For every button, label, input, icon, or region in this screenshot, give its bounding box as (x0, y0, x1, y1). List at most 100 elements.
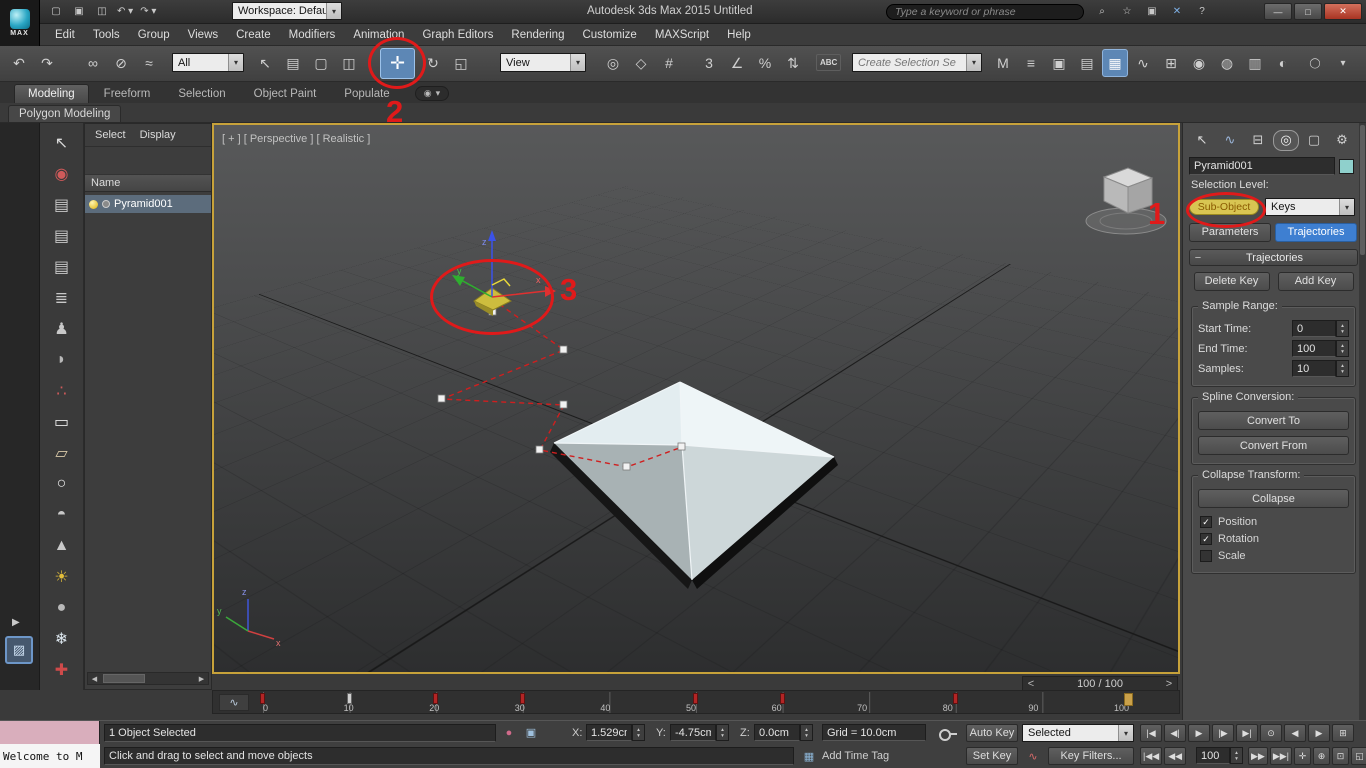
key-filter-selection-dropdown[interactable]: Selected ▾ (1022, 724, 1134, 742)
scene-object-pyramid001[interactable]: Pyramid001 (85, 195, 211, 213)
previous-frame-arrow[interactable]: < (1023, 678, 1039, 690)
undo-dropdown-icon[interactable]: ↶ ▾ (115, 3, 135, 20)
menu-maxscript[interactable]: MAXScript (646, 24, 718, 46)
a360-render-icon[interactable]: ◯ (1302, 49, 1328, 77)
particles-icon[interactable]: ∴ (44, 375, 80, 406)
menu-group[interactable]: Group (129, 24, 179, 46)
start-time-spinner[interactable]: ▴▾ (1336, 320, 1349, 337)
new-file-icon[interactable]: ▢ (46, 3, 66, 20)
position-checkbox[interactable]: Position (1200, 516, 1347, 528)
checkbox-icon[interactable] (1200, 533, 1212, 545)
chevron-down-icon[interactable]: ▾ (228, 54, 243, 71)
pyramid-object[interactable] (550, 382, 838, 589)
select-and-manipulate-icon[interactable]: ◇ (628, 49, 654, 77)
create-tab-icon[interactable]: ↖ (1189, 130, 1215, 151)
collapse-rollout-icon[interactable]: − (1190, 252, 1206, 264)
chevron-down-icon[interactable]: ▾ (570, 54, 585, 71)
timeline-key-frame-50[interactable] (693, 693, 698, 704)
x-coordinate-field[interactable] (586, 724, 632, 741)
play-animation-button[interactable]: ▶ (1188, 724, 1210, 742)
scene-explorer-icon[interactable]: ▤ (1074, 49, 1100, 77)
next-frame-button[interactable]: |▶ (1212, 724, 1234, 742)
maximize-viewport-toggle-button[interactable]: ◱ (1351, 747, 1366, 765)
select-by-name-icon[interactable]: ▤ (280, 49, 306, 77)
render-production-icon[interactable]: ◐ (1270, 49, 1296, 77)
rendered-frame-icon[interactable]: ▥ (1242, 49, 1268, 77)
redo-dropdown-icon[interactable]: ↷ ▾ (138, 3, 158, 20)
app-menu-button[interactable]: MAX (0, 0, 40, 46)
time-configuration-button[interactable]: ⊞ (1332, 724, 1354, 742)
render-setup-icon[interactable]: ◍ (1214, 49, 1240, 77)
modify-tab-icon[interactable]: ∿ (1217, 130, 1243, 151)
expand-panel-icon[interactable]: ▶ (12, 617, 20, 628)
utilities-tab-icon[interactable]: ⚙ (1329, 130, 1355, 151)
maxscript-mini-listener-pink[interactable] (0, 721, 100, 745)
open-file-icon[interactable]: ▣ (69, 3, 89, 20)
time-tag-icon[interactable]: ▦ (800, 748, 818, 765)
sun-icon[interactable]: ☀ (44, 561, 80, 592)
timeline-scale[interactable]: 0102030405060708090100 (263, 692, 1129, 713)
favorites-star-icon[interactable]: ☆ (1117, 3, 1137, 20)
align-icon[interactable]: ≡ (1018, 49, 1044, 77)
menu-graph-editors[interactable]: Graph Editors (413, 24, 502, 46)
end-time-spinner[interactable]: ▴▾ (1336, 340, 1349, 357)
keyboard-shortcut-override-icon[interactable]: # (656, 49, 682, 77)
schematic-view-icon[interactable]: ⊞ (1158, 49, 1184, 77)
hierarchy-tab-icon[interactable]: ⊟ (1245, 130, 1271, 151)
zoom-region-button[interactable]: ⊡ (1332, 747, 1349, 765)
teapot-icon[interactable]: ◓ (44, 499, 80, 530)
next-frame-arrow[interactable]: > (1161, 678, 1177, 690)
y-coordinate-field[interactable] (670, 724, 716, 741)
render-flyout-icon[interactable]: ▾ (1330, 49, 1356, 77)
chevron-down-icon[interactable]: ▾ (966, 54, 981, 71)
save-file-icon[interactable]: ◫ (92, 3, 112, 20)
scroll-left-icon[interactable]: ◀ (88, 675, 101, 683)
redo-icon[interactable]: ↷ (34, 49, 60, 77)
material-list-icon[interactable]: ▤ (44, 251, 80, 282)
object-color-swatch[interactable] (1339, 159, 1354, 174)
menu-customize[interactable]: Customize (573, 24, 645, 46)
explorer-tab-select[interactable]: Select (95, 129, 126, 141)
reference-coordinate-dropdown[interactable]: View ▾ (500, 53, 586, 72)
go-to-timeline-start-button[interactable]: |◀◀ (1140, 747, 1162, 765)
character-icon[interactable]: ♟ (44, 313, 80, 344)
minimize-button[interactable]: — (1264, 3, 1292, 20)
use-pivot-point-icon[interactable]: ◎ (600, 49, 626, 77)
plane-icon[interactable]: ▭ (44, 406, 80, 437)
menu-modifiers[interactable]: Modifiers (280, 24, 345, 46)
key-filters-button[interactable]: Key Filters... (1048, 747, 1134, 765)
add-time-tag-label[interactable]: Add Time Tag (822, 750, 889, 762)
ribbon-toggle-icon[interactable]: ▦ (1102, 49, 1128, 77)
zoom-view-button[interactable]: ⊕ (1313, 747, 1330, 765)
end-time-field[interactable]: 100 (1292, 340, 1336, 357)
unlink-selection-icon[interactable]: ⊘ (108, 49, 134, 77)
percent-snap-icon[interactable]: % (752, 49, 778, 77)
chevron-down-icon[interactable]: ▾ (326, 3, 341, 19)
circle-icon[interactable]: ○ (44, 468, 80, 499)
named-selection-dropdown[interactable]: Create Selection Se ▾ (852, 53, 982, 72)
snowflake-icon[interactable]: ❄ (44, 623, 80, 654)
key-mode-toggle-button[interactable]: ⊙ (1260, 724, 1282, 742)
hemisphere-icon[interactable]: ◗ (44, 344, 80, 375)
go-to-end-button[interactable]: ▶| (1236, 724, 1258, 742)
auto-key-button[interactable]: Auto Key (966, 724, 1018, 742)
bind-to-space-warp-icon[interactable]: ≈ (136, 49, 162, 77)
timeline-key-frame-80[interactable] (953, 693, 958, 704)
menu-help[interactable]: Help (718, 24, 760, 46)
explorer-name-header[interactable]: Name (85, 175, 211, 192)
rotation-checkbox[interactable]: Rotation (1200, 533, 1347, 545)
help-icon[interactable]: ? (1192, 3, 1212, 20)
menu-create[interactable]: Create (227, 24, 280, 46)
trajectories-button[interactable]: Trajectories (1275, 223, 1357, 242)
curve-editor-icon[interactable]: ∿ (1130, 49, 1156, 77)
go-to-start-button[interactable]: |◀ (1140, 724, 1162, 742)
add-key-button[interactable]: Add Key (1278, 272, 1354, 291)
default-tangent-curve-icon[interactable]: ∿ (1024, 748, 1042, 765)
previous-frame-button[interactable]: ◀| (1164, 724, 1186, 742)
mirror-icon[interactable]: M (990, 49, 1016, 77)
object-name-field[interactable] (1189, 157, 1335, 175)
edit-named-selections-icon[interactable]: ABC (816, 54, 841, 71)
timeline-key-frame-0[interactable] (260, 693, 265, 704)
menu-rendering[interactable]: Rendering (502, 24, 573, 46)
viewport-label[interactable]: [ + ] [ Perspective ] [ Realistic ] (222, 133, 370, 145)
